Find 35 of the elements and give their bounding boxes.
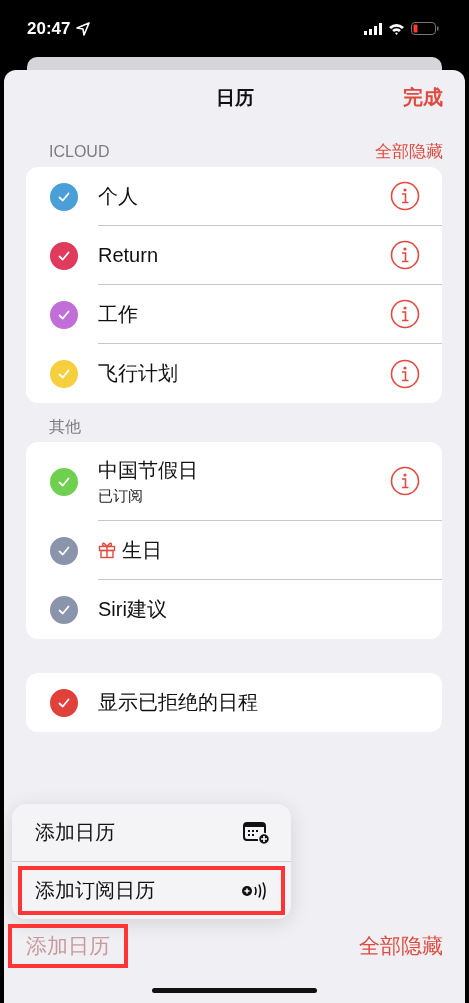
calendar-name: 显示已拒绝的日程 bbox=[98, 690, 258, 715]
hide-all-button[interactable]: 全部隐藏 bbox=[359, 932, 443, 960]
calendar-checkbox[interactable] bbox=[50, 536, 78, 565]
wifi-icon bbox=[388, 22, 405, 35]
calendar-checkbox[interactable] bbox=[50, 467, 78, 496]
info-icon[interactable] bbox=[390, 358, 420, 389]
done-button[interactable]: 完成 bbox=[403, 84, 443, 111]
section-label: ICLOUD bbox=[49, 142, 110, 161]
calendar-subtitle: 已订阅 bbox=[98, 486, 144, 506]
location-arrow-icon bbox=[76, 21, 91, 36]
info-icon[interactable] bbox=[390, 240, 420, 270]
calendar-name: 中国节假日 bbox=[98, 457, 198, 483]
calendar-checkbox[interactable] bbox=[50, 300, 78, 329]
sheet-title: 日历 bbox=[215, 85, 254, 110]
section-label: 其他 bbox=[49, 417, 81, 437]
menu-item[interactable]: 添加日历 bbox=[18, 808, 285, 857]
signal-icon bbox=[364, 22, 382, 35]
calendar-name: Siri建议 bbox=[98, 597, 167, 622]
calendar-name: 个人 bbox=[98, 183, 138, 209]
battery-icon bbox=[411, 22, 439, 35]
calendar-name: 飞行计划 bbox=[98, 361, 178, 386]
clock-time: 20:47 bbox=[27, 18, 71, 39]
calendar-add-icon bbox=[243, 820, 271, 845]
menu-item[interactable]: 添加订阅日历 bbox=[18, 866, 285, 915]
calendar-name: 生日 bbox=[122, 537, 162, 563]
calendar-name: 工作 bbox=[98, 301, 138, 327]
calendar-name: Return bbox=[98, 243, 159, 267]
info-icon[interactable] bbox=[390, 466, 420, 496]
hide-all-link[interactable]: 全部隐藏 bbox=[375, 140, 443, 163]
info-icon[interactable] bbox=[390, 299, 420, 329]
calendar-checkbox[interactable] bbox=[50, 241, 78, 270]
info-icon[interactable] bbox=[390, 181, 420, 211]
calendar-checkbox[interactable] bbox=[50, 595, 78, 624]
calendar-checkbox[interactable] bbox=[50, 688, 78, 717]
calendar-checkbox[interactable] bbox=[50, 182, 78, 211]
